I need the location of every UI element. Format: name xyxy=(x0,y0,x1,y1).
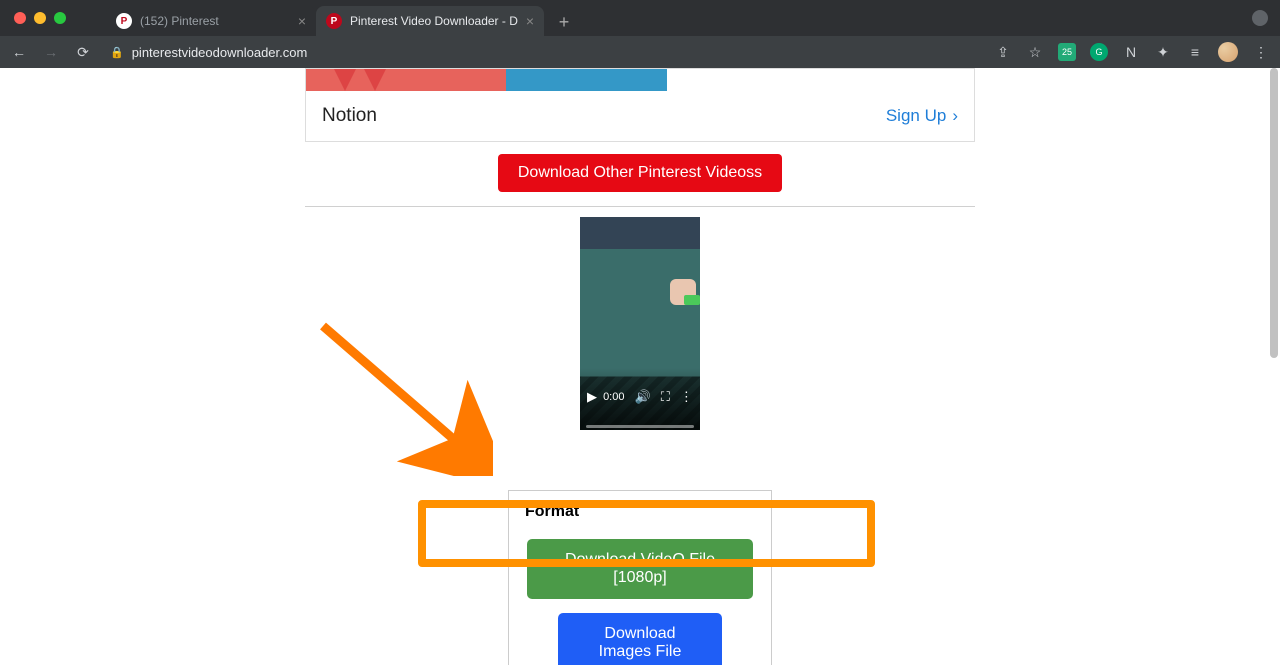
extension-badge[interactable]: 25 xyxy=(1058,43,1076,61)
window-minimize-icon[interactable] xyxy=(34,12,46,24)
video-preview: ▶ 0:00 🔊 ⛶ ⋮ xyxy=(305,217,975,430)
window-zoom-icon[interactable] xyxy=(54,12,66,24)
promo-banner xyxy=(306,69,974,91)
volume-icon[interactable]: 🔊 xyxy=(635,389,651,405)
reading-list-icon[interactable]: ≡ xyxy=(1186,44,1204,60)
extensions-puzzle-icon[interactable]: ✦ xyxy=(1154,44,1172,61)
page-viewport: Notion Sign Up › Download Other Pinteres… xyxy=(0,68,1280,665)
new-tab-button[interactable]: + xyxy=(550,8,578,36)
chevron-right-icon: › xyxy=(952,106,958,126)
promo-card: Notion Sign Up › xyxy=(305,68,975,142)
scrollbar-thumb[interactable] xyxy=(1270,68,1278,358)
nav-back-icon[interactable]: ← xyxy=(10,44,28,60)
vertical-scrollbar[interactable] xyxy=(1268,68,1278,665)
window-traffic-lights xyxy=(14,12,66,24)
video-progress[interactable] xyxy=(586,425,694,428)
promo-cta-label: Sign Up xyxy=(886,106,946,126)
lock-icon: 🔒 xyxy=(110,46,124,59)
share-icon[interactable]: ⇪ xyxy=(994,44,1012,61)
nav-reload-icon[interactable]: ⟳ xyxy=(74,44,92,61)
tab-pinterest[interactable]: P (152) Pinterest × xyxy=(106,6,316,36)
play-icon[interactable]: ▶ xyxy=(587,389,597,405)
nav-forward-icon[interactable]: → xyxy=(42,44,60,60)
notion-extension-icon[interactable]: N xyxy=(1122,44,1140,60)
promo-title: Notion xyxy=(322,105,377,127)
downloader-favicon-icon: P xyxy=(326,13,342,29)
url-text: pinterestvideodownloader.com xyxy=(132,45,308,60)
tab-strip: P (152) Pinterest × P Pinterest Video Do… xyxy=(106,0,578,36)
grammarly-extension-icon[interactable]: G xyxy=(1090,43,1108,61)
video-time: 0:00 xyxy=(603,391,624,403)
video-controls: ▶ 0:00 🔊 ⛶ ⋮ xyxy=(580,368,700,430)
promo-signup-link[interactable]: Sign Up › xyxy=(886,106,958,126)
download-images-button[interactable]: Download Images File xyxy=(558,613,722,665)
profile-avatar[interactable] xyxy=(1218,42,1238,62)
browser-toolbar: ← → ⟳ 🔒 pinterestvideodownloader.com ⇪ ☆… xyxy=(0,36,1280,68)
video-player[interactable]: ▶ 0:00 🔊 ⛶ ⋮ xyxy=(580,217,700,430)
download-other-button[interactable]: Download Other Pinterest Videoss xyxy=(498,154,782,192)
tab-title: (152) Pinterest xyxy=(140,14,219,28)
divider xyxy=(305,206,975,207)
tab-downloader[interactable]: P Pinterest Video Downloader - D × xyxy=(316,6,544,36)
window-titlebar: P (152) Pinterest × P Pinterest Video Do… xyxy=(0,0,1280,36)
download-video-button[interactable]: Download VideO File [1080p] xyxy=(527,539,753,599)
incognito-indicator-icon[interactable] xyxy=(1252,10,1268,26)
video-menu-icon[interactable]: ⋮ xyxy=(680,389,693,405)
close-tab-icon[interactable]: × xyxy=(526,13,534,29)
pinterest-favicon-icon: P xyxy=(116,13,132,29)
tab-title: Pinterest Video Downloader - D xyxy=(350,14,518,28)
bookmark-star-icon[interactable]: ☆ xyxy=(1026,44,1044,61)
format-card: Format Download VideO File [1080p] Downl… xyxy=(508,490,772,665)
close-tab-icon[interactable]: × xyxy=(298,13,306,29)
window-close-icon[interactable] xyxy=(14,12,26,24)
address-bar[interactable]: 🔒 pinterestvideodownloader.com xyxy=(110,45,307,60)
page-content: Notion Sign Up › Download Other Pinteres… xyxy=(305,68,975,665)
fullscreen-icon[interactable]: ⛶ xyxy=(661,389,670,405)
format-heading: Format xyxy=(515,503,765,521)
chrome-menu-icon[interactable]: ⋮ xyxy=(1252,44,1270,61)
